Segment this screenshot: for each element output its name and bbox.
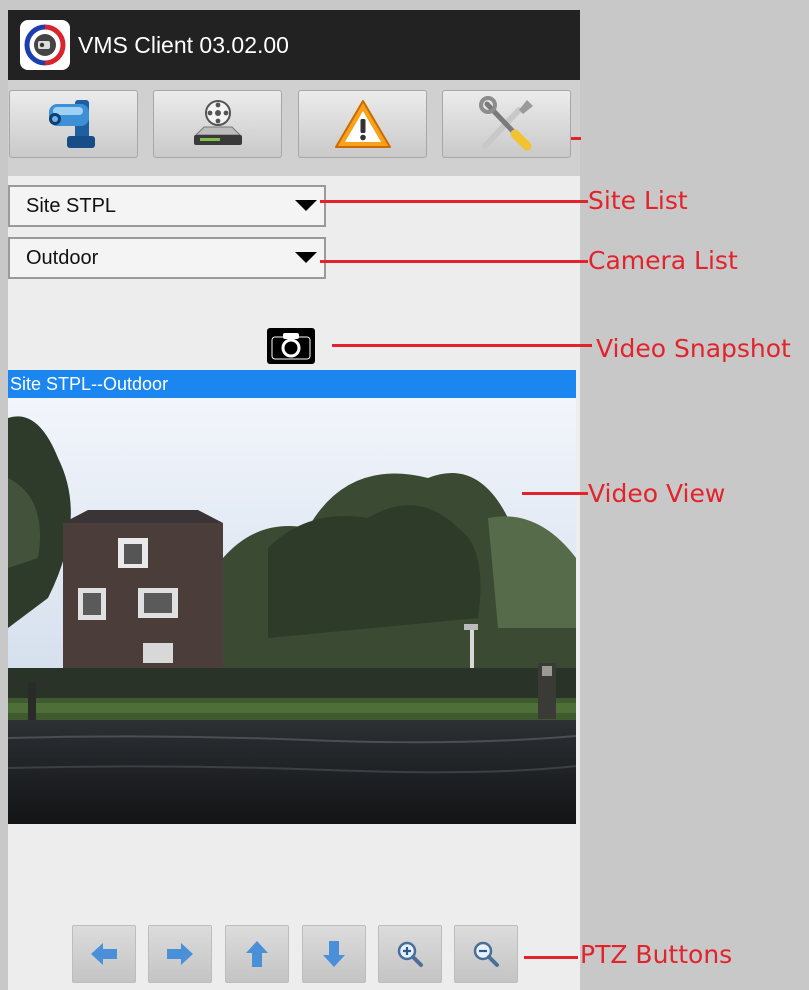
alarms-button[interactable] [298,90,427,158]
zoom-out-icon [473,941,499,967]
chevron-down-icon [295,200,317,211]
video-view-callout-line [522,492,588,495]
recorder-device-icon [193,100,242,145]
camera-list-dropdown[interactable]: Outdoor [8,237,326,279]
camera-list-value: Outdoor [26,246,99,269]
arrow-left-icon [91,943,117,965]
snapshot-button[interactable] [267,328,315,364]
arrow-up-icon [246,941,268,967]
vms-camera-logo-icon [20,20,70,70]
ptz-right-button[interactable] [148,925,212,983]
ptz-callout-line [524,956,578,959]
camera-list-annotation: Camera List [588,246,738,275]
site-list-annotation: Site List [588,186,688,215]
cameras-button[interactable] [9,90,138,158]
video-snapshot-annotation: Video Snapshot [596,334,791,363]
site-list-callout-line [320,200,588,203]
ptz-buttons-annotation: PTZ Buttons [580,940,733,969]
zoom-in-icon [397,941,423,967]
ptz-zoom-in-button[interactable] [378,925,442,983]
video-snapshot-callout-line [332,344,592,347]
camera-list-callout-line [320,260,588,263]
chevron-down-icon [295,252,317,263]
arrow-right-icon [167,943,193,965]
settings-button[interactable] [442,90,571,158]
cctv-camera-icon [48,100,95,148]
app-title: VMS Client 03.02.00 [78,31,289,58]
video-view[interactable] [8,398,576,824]
video-view-annotation: Video View [588,479,726,508]
recorder-button[interactable] [153,90,282,158]
warning-alert-icon [334,100,391,148]
title-bar: VMS Client 03.02.00 [8,10,580,80]
toolbar-callout-line [571,137,581,140]
site-list-dropdown[interactable]: Site STPL [8,185,326,227]
settings-tools-icon [478,96,533,151]
app-screen: VMS Client 03.02.00 Site STPL Outdoor Si… [8,10,580,990]
main-toolbar [8,80,580,176]
ptz-zoom-out-button[interactable] [454,925,518,983]
arrow-down-icon [323,941,345,967]
site-list-value: Site STPL [26,194,117,217]
camera-snapshot-icon [271,333,311,360]
ptz-left-button[interactable] [72,925,136,983]
video-view-title: Site STPL--Outdoor [8,370,576,398]
ptz-down-button[interactable] [302,925,366,983]
ptz-up-button[interactable] [225,925,289,983]
